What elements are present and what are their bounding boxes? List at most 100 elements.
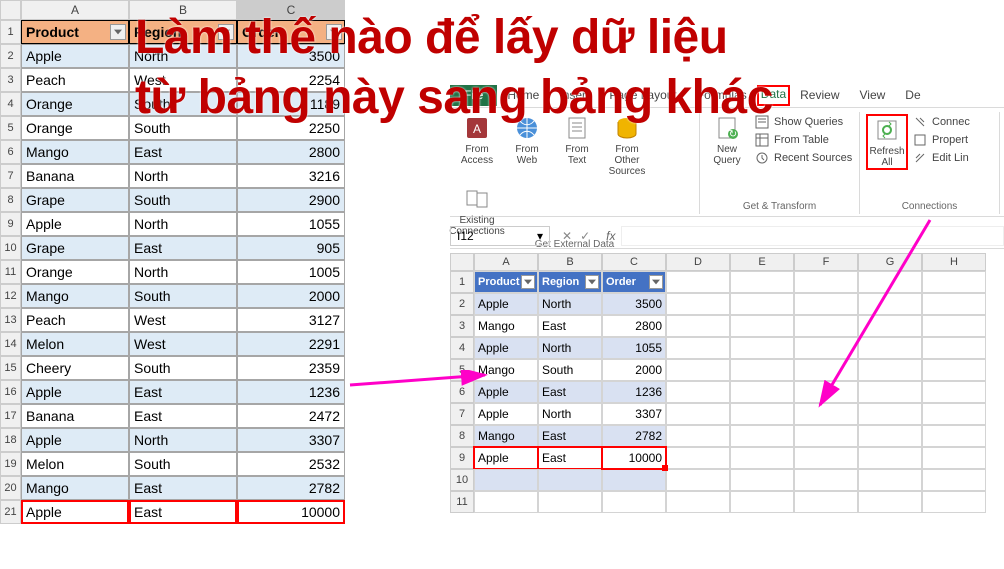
- table-cell[interactable]: [602, 469, 666, 491]
- empty-cell[interactable]: [922, 337, 986, 359]
- row-header[interactable]: 15: [0, 356, 21, 380]
- empty-cell[interactable]: [794, 403, 858, 425]
- row-header[interactable]: 2: [450, 293, 474, 315]
- tab-file[interactable]: File: [450, 85, 497, 106]
- empty-cell[interactable]: [794, 491, 858, 513]
- table-cell[interactable]: Orange: [21, 116, 129, 140]
- filter-dropdown-icon[interactable]: [585, 275, 599, 289]
- empty-cell[interactable]: [922, 359, 986, 381]
- table-cell[interactable]: East: [129, 500, 237, 524]
- row-header[interactable]: 21: [0, 500, 21, 524]
- row-header[interactable]: 5: [450, 359, 474, 381]
- table-cell[interactable]: Apple: [21, 428, 129, 452]
- table-header-cell[interactable]: Region: [129, 20, 237, 44]
- empty-cell[interactable]: [794, 469, 858, 491]
- filter-dropdown-icon[interactable]: [521, 275, 535, 289]
- table-cell[interactable]: 3500: [602, 293, 666, 315]
- table-cell[interactable]: Apple: [474, 403, 538, 425]
- table-cell[interactable]: East: [538, 425, 602, 447]
- table-cell[interactable]: 905: [237, 236, 345, 260]
- empty-cell[interactable]: [858, 293, 922, 315]
- row-header[interactable]: 14: [0, 332, 21, 356]
- table-cell[interactable]: 1055: [602, 337, 666, 359]
- table-cell[interactable]: 3127: [237, 308, 345, 332]
- table-cell[interactable]: South: [129, 116, 237, 140]
- fx-icon[interactable]: fx: [600, 229, 621, 243]
- empty-cell[interactable]: [730, 469, 794, 491]
- empty-cell[interactable]: [730, 381, 794, 403]
- filter-dropdown-icon[interactable]: [649, 275, 663, 289]
- table-cell[interactable]: 3307: [237, 428, 345, 452]
- row-header[interactable]: 9: [0, 212, 21, 236]
- table-cell[interactable]: Grape: [21, 236, 129, 260]
- table-cell[interactable]: 1236: [602, 381, 666, 403]
- table-cell[interactable]: Peach: [21, 68, 129, 92]
- formula-input[interactable]: [621, 226, 1004, 246]
- table-cell[interactable]: East: [538, 381, 602, 403]
- row-header[interactable]: 19: [0, 452, 21, 476]
- empty-cell[interactable]: [794, 381, 858, 403]
- row-header[interactable]: 18: [0, 428, 21, 452]
- empty-cell[interactable]: [922, 469, 986, 491]
- from-other-sources-button[interactable]: From Other Sources: [606, 114, 648, 177]
- empty-cell[interactable]: [666, 271, 730, 293]
- empty-cell[interactable]: [730, 425, 794, 447]
- table-cell[interactable]: 2800: [602, 315, 666, 337]
- table-cell[interactable]: [538, 491, 602, 513]
- row-header[interactable]: 2: [0, 44, 21, 68]
- table-cell[interactable]: North: [538, 293, 602, 315]
- table-cell[interactable]: East: [538, 315, 602, 337]
- select-all-corner[interactable]: [0, 0, 21, 20]
- row-header[interactable]: 10: [450, 469, 474, 491]
- table-cell[interactable]: East: [129, 380, 237, 404]
- table-cell[interactable]: East: [129, 476, 237, 500]
- recent-sources-button[interactable]: Recent Sources: [754, 150, 852, 166]
- table-cell[interactable]: 2254: [237, 68, 345, 92]
- empty-cell[interactable]: [730, 315, 794, 337]
- table-cell[interactable]: Apple: [474, 293, 538, 315]
- tab-page-layout[interactable]: Page Layout: [599, 85, 686, 106]
- empty-cell[interactable]: [922, 447, 986, 469]
- table-cell[interactable]: East: [129, 404, 237, 428]
- table-cell[interactable]: Melon: [21, 332, 129, 356]
- table-cell[interactable]: North: [129, 428, 237, 452]
- table-cell[interactable]: North: [129, 44, 237, 68]
- table-cell[interactable]: Cheery: [21, 356, 129, 380]
- col-header-a[interactable]: A: [21, 0, 129, 20]
- rcol-f[interactable]: F: [794, 253, 858, 271]
- empty-cell[interactable]: [794, 315, 858, 337]
- col-header-c[interactable]: C: [237, 0, 345, 20]
- table-cell[interactable]: 2000: [237, 284, 345, 308]
- empty-cell[interactable]: [794, 337, 858, 359]
- rcol-d[interactable]: D: [666, 253, 730, 271]
- empty-cell[interactable]: [666, 359, 730, 381]
- table-cell[interactable]: Apple: [21, 212, 129, 236]
- table-cell[interactable]: East: [538, 447, 602, 469]
- table-cell[interactable]: West: [129, 68, 237, 92]
- table-cell[interactable]: Apple: [474, 447, 538, 469]
- table-cell[interactable]: 2291: [237, 332, 345, 356]
- row-header[interactable]: 10: [0, 236, 21, 260]
- table-cell[interactable]: Mango: [474, 425, 538, 447]
- table-cell[interactable]: 1005: [237, 260, 345, 284]
- row-header[interactable]: 11: [450, 491, 474, 513]
- empty-cell[interactable]: [666, 337, 730, 359]
- tab-formulas[interactable]: Formulas: [687, 85, 757, 106]
- table-cell[interactable]: Mango: [474, 359, 538, 381]
- from-text-button[interactable]: From Text: [556, 114, 598, 177]
- table-cell[interactable]: Banana: [21, 164, 129, 188]
- row-header[interactable]: 9: [450, 447, 474, 469]
- table-cell[interactable]: West: [129, 308, 237, 332]
- row-header[interactable]: 6: [0, 140, 21, 164]
- tab-review[interactable]: Review: [790, 85, 849, 106]
- table-cell[interactable]: North: [538, 403, 602, 425]
- empty-cell[interactable]: [666, 403, 730, 425]
- empty-cell[interactable]: [666, 491, 730, 513]
- table-cell[interactable]: South: [129, 284, 237, 308]
- show-queries-button[interactable]: Show Queries: [754, 114, 852, 130]
- table-cell[interactable]: 2800: [237, 140, 345, 164]
- table-cell[interactable]: 2900: [237, 188, 345, 212]
- rcol-g[interactable]: G: [858, 253, 922, 271]
- empty-cell[interactable]: [922, 491, 986, 513]
- empty-cell[interactable]: [730, 293, 794, 315]
